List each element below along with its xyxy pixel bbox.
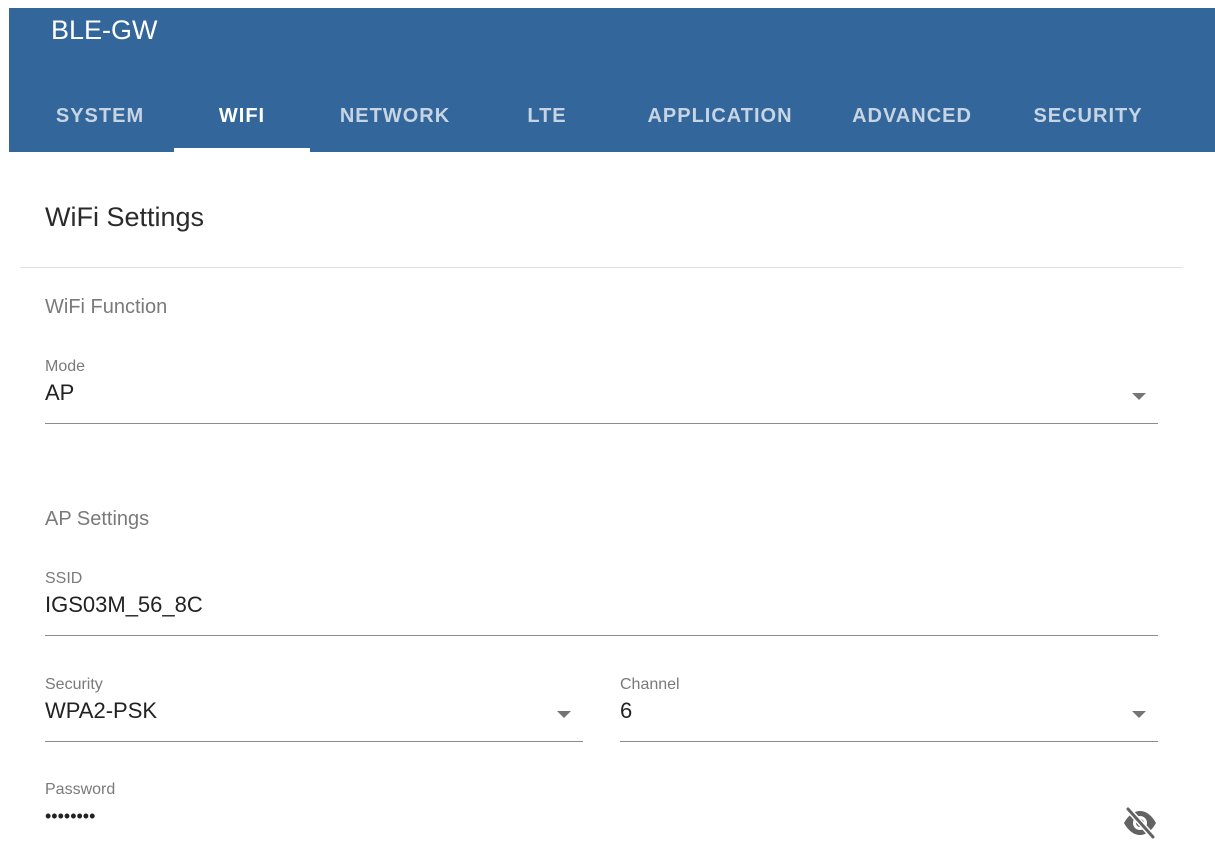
ssid-input[interactable]: SSID IGS03M_56_8C — [45, 570, 1158, 636]
channel-select[interactable]: Channel 6 — [620, 676, 1158, 742]
chevron-down-icon — [557, 711, 571, 718]
tab-application[interactable]: APPLICATION — [627, 80, 813, 152]
ssid-underline — [45, 635, 1158, 636]
mode-select[interactable]: Mode AP — [45, 358, 1158, 424]
chevron-down-icon — [1132, 393, 1146, 400]
tab-system[interactable]: SYSTEM — [31, 80, 169, 152]
tab-network[interactable]: NETWORK — [319, 80, 471, 152]
security-value: WPA2-PSK — [45, 698, 158, 723]
section-label-wifi-function: WiFi Function — [45, 296, 168, 318]
mode-label: Mode — [45, 358, 86, 375]
password-input[interactable]: Password •••••••• — [45, 781, 1115, 841]
security-select[interactable]: Security WPA2-PSK — [45, 676, 583, 742]
channel-underline — [620, 741, 1158, 742]
active-tab-indicator — [174, 148, 310, 152]
tab-security[interactable]: SECURITY — [1013, 80, 1163, 152]
security-underline — [45, 741, 583, 742]
tab-advanced[interactable]: ADVANCED — [835, 80, 989, 152]
security-label: Security — [45, 676, 103, 693]
page-title: WiFi Settings — [45, 202, 205, 232]
tab-bar: SYSTEM WIFI NETWORK LTE APPLICATION ADVA… — [9, 80, 1215, 152]
mode-underline — [45, 423, 1158, 424]
tab-wifi[interactable]: WIFI — [174, 80, 310, 152]
eye-off-icon — [1124, 806, 1156, 840]
app-title: BLE-GW — [51, 15, 158, 45]
section-label-ap-settings: AP Settings — [45, 508, 150, 530]
tab-lte[interactable]: LTE — [499, 80, 595, 152]
mode-value: AP — [45, 380, 75, 405]
channel-label: Channel — [620, 676, 680, 693]
password-label: Password — [45, 781, 116, 798]
password-visibility-toggle[interactable] — [1120, 805, 1160, 841]
ssid-label: SSID — [45, 570, 83, 587]
chevron-down-icon — [1132, 711, 1146, 718]
password-value: •••••••• — [45, 806, 96, 826]
title-divider — [20, 267, 1183, 268]
channel-value: 6 — [620, 698, 633, 723]
ssid-value: IGS03M_56_8C — [45, 592, 203, 617]
app-bar: BLE-GW SYSTEM WIFI NETWORK LTE APPLICATI… — [9, 8, 1215, 152]
